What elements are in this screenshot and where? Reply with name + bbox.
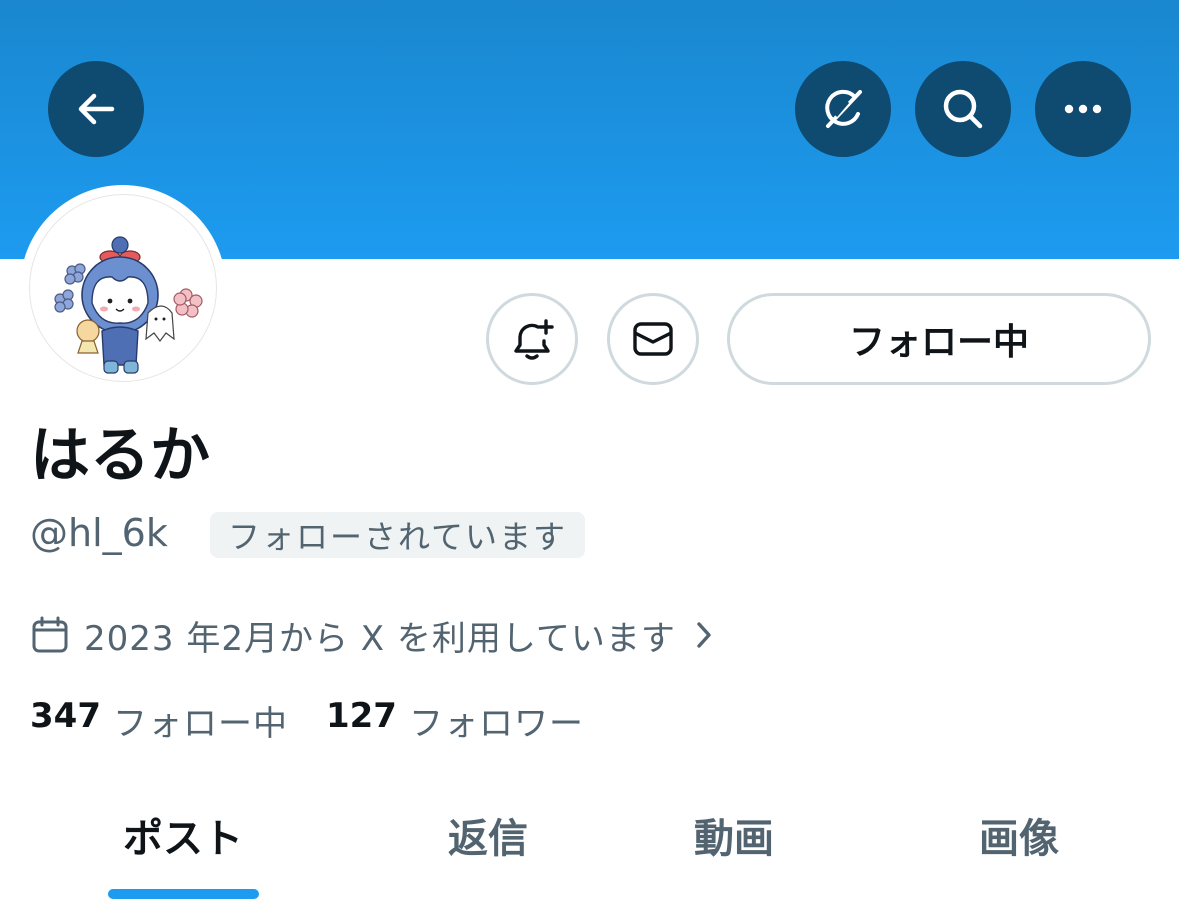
tab-replies[interactable]: 返信 xyxy=(448,805,528,865)
followers-count: 127 xyxy=(325,695,397,736)
avatar[interactable] xyxy=(29,194,217,382)
search-icon xyxy=(943,89,983,129)
following-label: フォロー中 xyxy=(112,703,288,744)
mail-icon xyxy=(633,322,673,356)
notify-button[interactable] xyxy=(486,293,578,385)
tab-media[interactable]: 画像 xyxy=(979,805,1059,865)
tab-videos[interactable]: 動画 xyxy=(694,805,774,865)
follow-stats: 347 フォロー中 127 フォロワー xyxy=(30,696,584,745)
followers-stat[interactable]: 127 フォロワー xyxy=(326,696,584,745)
bell-plus-icon xyxy=(514,319,554,360)
display-name: はるか xyxy=(30,421,210,491)
following-stat[interactable]: 347 フォロー中 xyxy=(30,696,288,745)
grok-button[interactable] xyxy=(795,61,891,157)
calendar-icon xyxy=(32,616,68,653)
joined-date-row[interactable]: 2023 年2月から X を利用しています xyxy=(30,612,714,659)
following-button[interactable]: フォロー中 xyxy=(727,293,1151,385)
chevron-right-icon xyxy=(694,619,714,651)
joined-date-text: 2023 年2月から X を利用しています xyxy=(84,618,676,659)
tab-posts[interactable]: ポスト xyxy=(123,805,243,865)
more-button[interactable] xyxy=(1035,61,1131,157)
avatar-illustration xyxy=(54,236,203,374)
following-count: 347 xyxy=(30,695,101,736)
search-button[interactable] xyxy=(915,61,1011,157)
more-horizontal-icon xyxy=(1064,104,1102,114)
back-button[interactable] xyxy=(48,61,144,157)
message-button[interactable] xyxy=(607,293,699,385)
username-handle: @hl_6k xyxy=(30,511,168,555)
followers-label: フォロワー xyxy=(408,703,584,744)
avatar-frame xyxy=(20,185,226,391)
follows-you-badge: フォローされています xyxy=(210,512,586,558)
following-button-label: フォロー中 xyxy=(848,322,1029,363)
grok-icon xyxy=(825,89,862,128)
active-tab-indicator xyxy=(108,889,259,899)
arrow-left-icon xyxy=(78,93,115,125)
